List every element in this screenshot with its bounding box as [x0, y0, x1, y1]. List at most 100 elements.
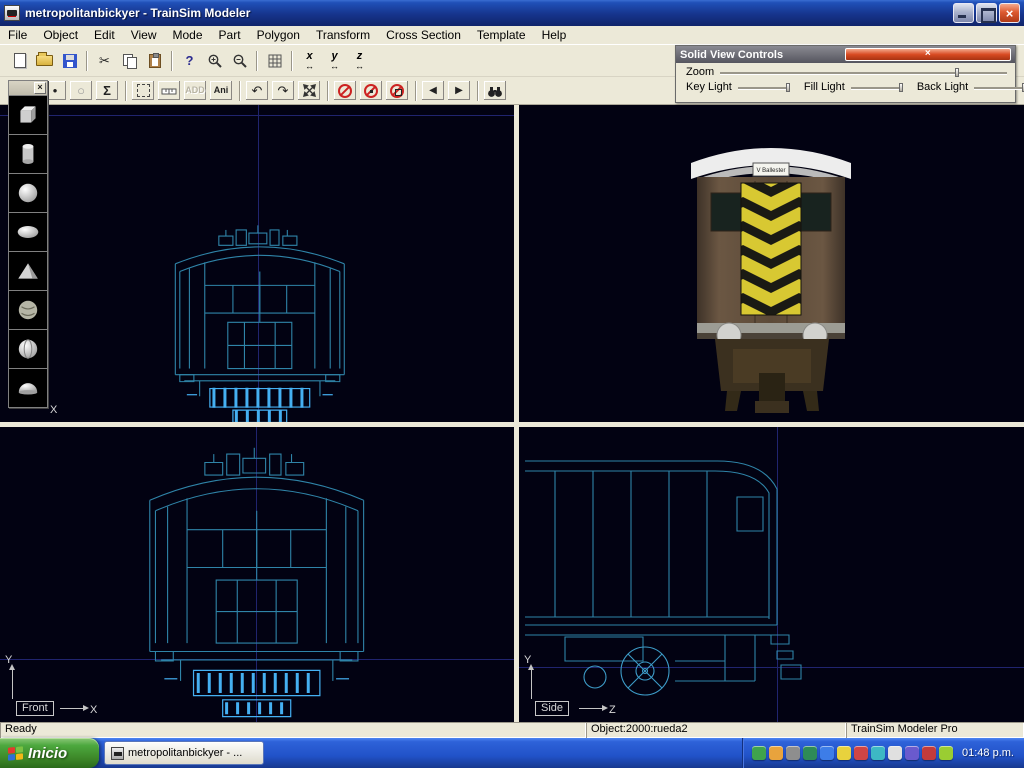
shape-dome-button[interactable] [9, 368, 47, 407]
hide-points-button[interactable] [359, 80, 383, 101]
viewport-side[interactable]: Y Side Z [519, 427, 1024, 722]
redo-button[interactable]: ↷ [271, 80, 295, 101]
key-light-slider[interactable] [738, 83, 790, 92]
viewport-front[interactable]: Y Front X [0, 427, 514, 722]
axis-z-lock-button[interactable]: z ↔ [347, 49, 372, 73]
find-button[interactable] [483, 80, 507, 101]
menu-polygon[interactable]: Polygon [249, 27, 308, 43]
step-forward-button[interactable]: ▶ [447, 80, 471, 101]
palette-close-icon[interactable]: × [845, 48, 1012, 61]
security-icon[interactable] [922, 746, 936, 760]
maximize-button[interactable] [976, 3, 997, 23]
back-triangle-icon: ◀ [429, 86, 437, 96]
status-app-edition: TrainSim Modeler Pro [846, 722, 1024, 738]
grid-toggle-button[interactable] [262, 49, 287, 73]
step-back-button[interactable]: ◀ [421, 80, 445, 101]
shape-textured-sphere-button[interactable] [9, 290, 47, 329]
back-light-slider[interactable] [974, 83, 1024, 92]
title-bar[interactable]: metropolitanbickyer - TrainSim Modeler × [0, 0, 1024, 26]
help-icon: ? [186, 54, 194, 67]
menu-help[interactable]: Help [534, 27, 575, 43]
scissors-icon: ✂ [99, 54, 110, 67]
animation-label: Ani [214, 86, 229, 95]
add-mode-button[interactable]: ADD [183, 80, 207, 101]
zoom-in-button[interactable] [202, 49, 227, 73]
separator [477, 81, 479, 101]
start-button[interactable]: Inicio [0, 738, 99, 768]
wedge-icon [15, 258, 41, 284]
shape-cube-button[interactable] [9, 95, 47, 134]
circle-select-button[interactable]: ○ [69, 80, 93, 101]
menu-object[interactable]: Object [35, 27, 86, 43]
measure-button[interactable] [157, 80, 181, 101]
free-transform-button[interactable] [297, 80, 321, 101]
cut-button[interactable]: ✂ [92, 49, 117, 73]
menu-view[interactable]: View [123, 27, 165, 43]
shape-sphere-button[interactable] [9, 173, 47, 212]
taskbar-task-trainsim[interactable]: metropolitanbickyer - ... [104, 741, 264, 765]
hide-polygons-button[interactable] [385, 80, 409, 101]
player-icon[interactable] [752, 746, 766, 760]
messenger-icon[interactable] [820, 746, 834, 760]
zoom-row: Zoom [676, 63, 1015, 78]
palette-header[interactable]: × [9, 81, 47, 95]
open-folder-icon [36, 55, 53, 66]
undo-button[interactable]: ↶ [245, 80, 269, 101]
scheduler-icon[interactable] [939, 746, 953, 760]
viewport-solid-3d[interactable]: V Ballester [519, 105, 1024, 422]
close-button[interactable]: × [999, 3, 1020, 23]
zoom-slider-thumb[interactable] [955, 68, 959, 77]
axis-y-lock-button[interactable]: y ↔ [322, 49, 347, 73]
hide-selection-button[interactable] [333, 80, 357, 101]
palette-close-icon[interactable]: × [34, 82, 46, 94]
power-icon[interactable] [837, 746, 851, 760]
sync-icon[interactable] [871, 746, 885, 760]
paste-button[interactable] [142, 49, 167, 73]
new-file-button[interactable] [7, 49, 32, 73]
vertical-splitter[interactable] [514, 105, 519, 722]
menu-mode[interactable]: Mode [165, 27, 211, 43]
shape-wedge-button[interactable] [9, 251, 47, 290]
separator [171, 51, 173, 71]
minimize-button[interactable] [953, 3, 974, 23]
menu-file[interactable]: File [0, 27, 35, 43]
save-button[interactable] [57, 49, 82, 73]
menu-transform[interactable]: Transform [308, 27, 378, 43]
horizontal-splitter[interactable] [0, 422, 1024, 427]
axis-x-lock-button[interactable]: x ↔ [297, 49, 322, 73]
copy-button[interactable] [117, 49, 142, 73]
axis-x-label: X [50, 404, 57, 416]
menu-template[interactable]: Template [469, 27, 534, 43]
help-button[interactable]: ? [177, 49, 202, 73]
shape-ellipsoid-button[interactable] [9, 212, 47, 251]
shape-shaded-sphere-button[interactable] [9, 329, 47, 368]
taskbar-clock[interactable]: 01:48 p.m. [962, 747, 1014, 759]
antivirus-icon[interactable] [803, 746, 817, 760]
menu-edit[interactable]: Edit [86, 27, 123, 43]
viewport-top-left-front[interactable]: X [0, 105, 514, 422]
display-icon[interactable] [905, 746, 919, 760]
fill-light-thumb[interactable] [899, 83, 903, 92]
menu-cross-section[interactable]: Cross Section [378, 27, 469, 43]
update-icon[interactable] [769, 746, 783, 760]
window-controls: × [953, 3, 1020, 23]
shape-cylinder-button[interactable] [9, 134, 47, 173]
back-light-label: Back Light [917, 81, 968, 93]
network-icon[interactable] [786, 746, 800, 760]
zoom-slider[interactable] [720, 68, 1007, 77]
animation-button[interactable]: Ani [209, 80, 233, 101]
viewport-name-side: Side [535, 701, 569, 716]
volume-icon[interactable] [888, 746, 902, 760]
key-light-thumb[interactable] [786, 83, 790, 92]
zoom-out-button[interactable] [227, 49, 252, 73]
solid-view-controls-titlebar[interactable]: Solid View Controls × [676, 46, 1015, 63]
marquee-select-button[interactable] [131, 80, 155, 101]
menu-part[interactable]: Part [211, 27, 249, 43]
sum-button[interactable]: Σ [95, 80, 119, 101]
ruler-icon [161, 83, 177, 99]
open-file-button[interactable] [32, 49, 57, 73]
alert-icon[interactable] [854, 746, 868, 760]
task-app-icon [111, 747, 124, 760]
fill-light-slider[interactable] [851, 83, 903, 92]
axis-indicator: Y Side Z [523, 654, 623, 720]
